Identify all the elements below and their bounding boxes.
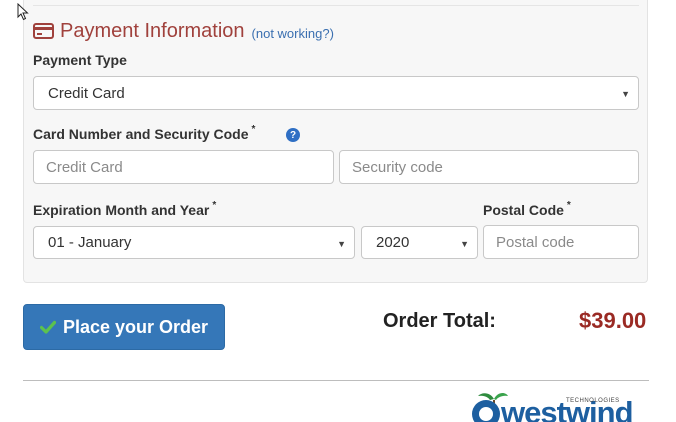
security-code-placeholder: Security code (352, 158, 443, 176)
expiration-year-value: 2020 (376, 234, 410, 251)
expiration-label-text: Expiration Month and Year (33, 202, 210, 218)
panel-divider (33, 5, 639, 6)
payment-type-select[interactable]: Credit Card ▼ (33, 76, 639, 110)
mouse-cursor-icon (17, 3, 29, 21)
checkmark-icon (39, 320, 56, 334)
expiration-month-value: 01 - January (48, 234, 132, 251)
required-marker: * (212, 200, 217, 211)
payment-type-label: Payment Type (33, 52, 127, 68)
place-order-button[interactable]: Place your Order (23, 304, 225, 350)
required-marker: * (566, 200, 571, 211)
payment-heading: Payment Information (not working?) (33, 17, 334, 45)
payment-type-value: Credit Card (48, 84, 125, 102)
card-number-input[interactable]: Credit Card (33, 150, 334, 184)
order-total-label: Order Total: (383, 310, 496, 332)
postal-code-placeholder: Postal code (496, 233, 575, 251)
card-number-placeholder: Credit Card (46, 158, 123, 176)
card-number-label: Card Number and Security Code * (33, 124, 256, 142)
logo-tagline: TECHNOLOGIES (566, 398, 620, 404)
place-order-label: Place your Order (62, 316, 209, 337)
credit-card-icon (33, 23, 54, 39)
security-code-input[interactable]: Security code (339, 150, 639, 184)
postal-code-label: Postal Code * (483, 200, 571, 218)
help-icon[interactable]: ? (286, 128, 300, 142)
expiration-year-select[interactable]: 2020 ▼ (361, 226, 478, 259)
chevron-down-icon: ▼ (621, 89, 630, 99)
required-marker: * (251, 124, 256, 135)
order-total-value: $39.00 (579, 308, 647, 333)
chevron-down-icon: ▼ (337, 239, 346, 249)
expiration-label: Expiration Month and Year * (33, 200, 217, 218)
postal-code-label-text: Postal Code (483, 202, 564, 218)
footer-divider (23, 380, 649, 381)
not-working-link[interactable]: (not working?) (252, 26, 334, 41)
card-number-label-text: Card Number and Security Code (33, 126, 249, 142)
chevron-down-icon: ▼ (460, 239, 469, 249)
postal-code-input[interactable]: Postal code (483, 225, 639, 259)
westwind-logo: westwind TECHNOLOGIES (472, 392, 634, 422)
expiration-month-select[interactable]: 01 - January ▼ (33, 226, 355, 259)
payment-title: Payment Information (60, 19, 245, 42)
